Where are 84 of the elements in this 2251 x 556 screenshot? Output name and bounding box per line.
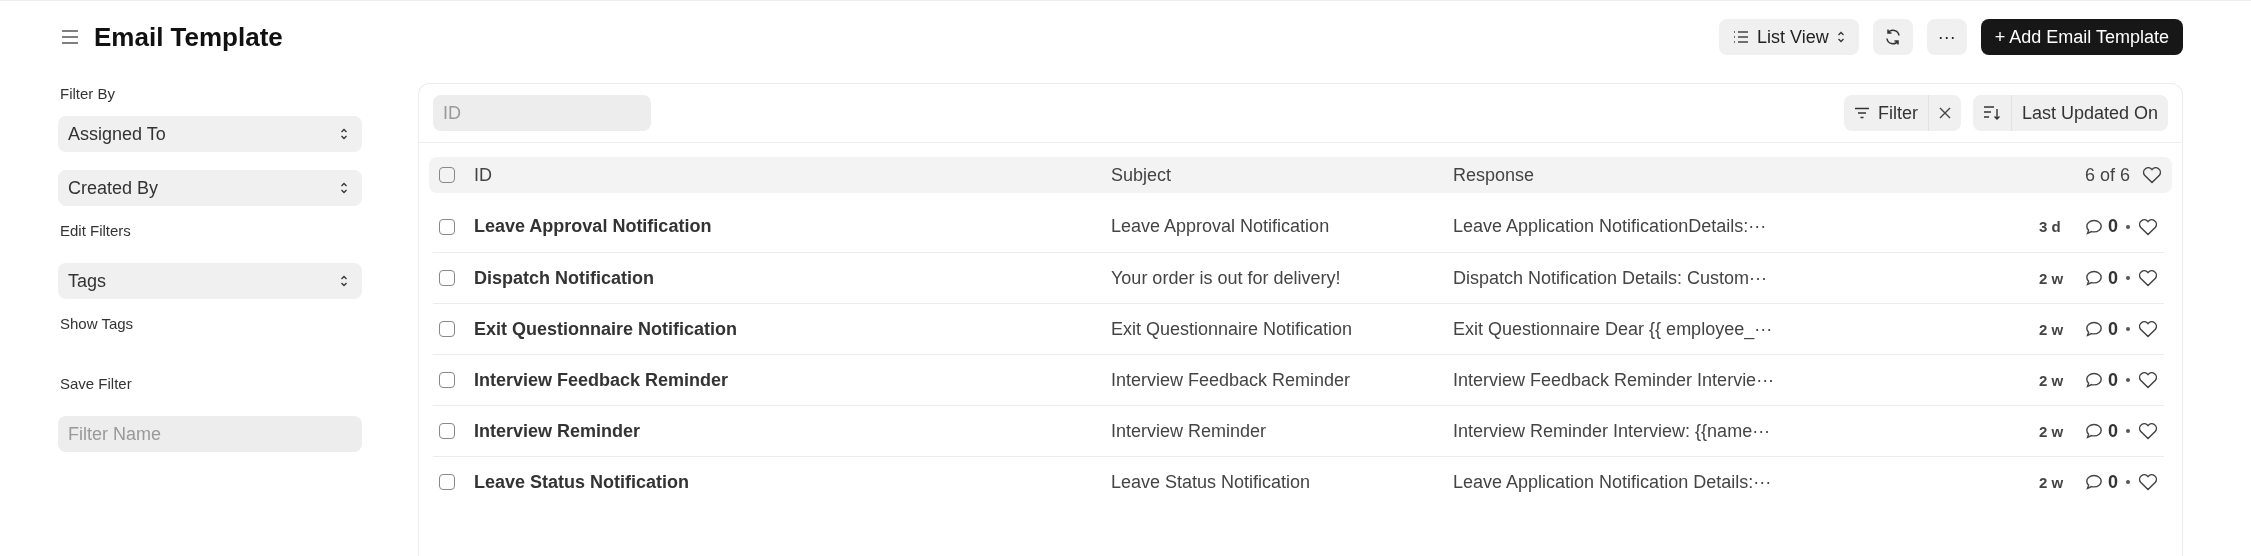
comment-icon [2085,270,2103,286]
table-cell-text: Leave Application Notification Details:··· [1453,471,1773,493]
modified-time: 2 w [2039,371,2065,389]
template-name-link[interactable]: Interview Reminder [474,420,1111,442]
heart-icon[interactable] [2142,166,2162,184]
row-count: 6 of 6 [2084,164,2130,186]
table-cell-text: Your order is out for delivery! [1111,267,1342,289]
page-title: Email Template [94,21,284,53]
table-cell-text: Exit Questionnaire Dear {{ employee_··· [1453,318,1774,340]
separator-dot [2126,378,2130,382]
separator-dot [2126,429,2130,433]
table-cell-text: Leave Application NotificationDetails:··· [1453,216,1768,237]
updown-icon [340,181,348,195]
show-tags-link[interactable]: Show Tags [58,315,362,332]
tags-select[interactable]: Tags [58,263,362,299]
modified-time: 2 w [2039,320,2065,338]
separator-dot [2126,480,2130,484]
comment-icon [2085,474,2103,490]
comment-count: 0 [2108,369,2118,391]
comment-icon [2085,372,2103,388]
comment-count: 0 [2108,420,2118,442]
separator-dot [2126,327,2130,331]
template-name-link[interactable]: Leave Status Notification [474,471,1111,493]
add-button[interactable]: + Add Email Template [1980,19,2183,55]
heart-icon[interactable] [2138,371,2158,389]
checkbox[interactable] [439,474,455,490]
filter-name-field[interactable]: Filter Name [58,416,362,452]
filter-icon [1853,107,1870,119]
view-switcher[interactable]: List View [1719,19,1859,55]
heart-icon[interactable] [2138,422,2158,440]
menu-icon[interactable] [60,29,80,45]
table-cell-text: Exit Questionnaire Notification [1111,318,1354,340]
comment-icon [2085,218,2103,235]
comment-count: 0 [2108,471,2118,493]
separator-dot [2126,224,2130,229]
refresh-icon [1883,28,1902,46]
table-cell-text: Dispatch Notification Details: Custom··· [1453,267,1769,289]
modified-time: 3 d [2039,218,2062,235]
template-name-link[interactable]: Exit Questionnaire Notification [474,318,1111,340]
heart-icon[interactable] [2138,217,2158,236]
section-label: Save Filter [59,375,133,392]
template-name-link[interactable]: Leave Approval Notification [474,216,1111,237]
close-icon [1938,107,1951,119]
table-cell-text: Leave Status Notification [1111,471,1312,493]
template-name-link[interactable]: Dispatch Notification [474,267,1111,289]
updown-icon [340,127,348,141]
sort-icon [1982,105,2001,121]
template-name-link[interactable]: Interview Feedback Reminder [474,369,1111,391]
column-header: Subject [1111,164,1173,186]
updown-icon [1836,30,1845,44]
list-icon [1733,30,1749,44]
modified-time: 2 w [2039,269,2065,287]
checkbox[interactable] [439,218,455,235]
modified-time: 2 w [2039,473,2065,491]
checkbox[interactable] [439,270,455,286]
comment-count: 0 [2108,267,2118,289]
table-cell-text: Interview Feedback Reminder Intervie··· [1453,369,1776,391]
heart-icon[interactable] [2138,269,2158,287]
search-field[interactable]: ID [433,95,651,131]
filter-select[interactable]: Created By [58,170,362,206]
heart-icon[interactable] [2138,473,2158,491]
updown-icon [340,274,348,288]
checkbox[interactable] [439,167,455,183]
heart-icon[interactable] [2138,320,2158,338]
column-header: ID [474,164,493,186]
section-label: Filter By [59,85,116,102]
comment-count: 0 [2108,318,2118,340]
comment-count: 0 [2108,216,2118,237]
more-button[interactable]: ··· [1926,19,1967,55]
checkbox[interactable] [439,423,455,439]
refresh-button[interactable] [1872,19,1913,55]
checkbox[interactable] [439,372,455,388]
table-cell-text: Interview Reminder Interview: {{name··· [1453,420,1772,442]
separator-dot [2126,276,2130,280]
filter-select[interactable]: Assigned To [58,116,362,152]
comment-icon [2085,423,2103,439]
table-cell-text: Interview Reminder [1111,420,1268,442]
table-cell-text: Interview Feedback Reminder [1111,369,1352,391]
checkbox[interactable] [439,321,455,337]
edit-filters-link[interactable]: Edit Filters [58,222,362,239]
modified-time: 2 w [2039,422,2065,440]
table-cell-text: Leave Approval Notification [1111,216,1331,237]
comment-icon [2085,321,2103,337]
column-header: Response [1453,164,1535,186]
